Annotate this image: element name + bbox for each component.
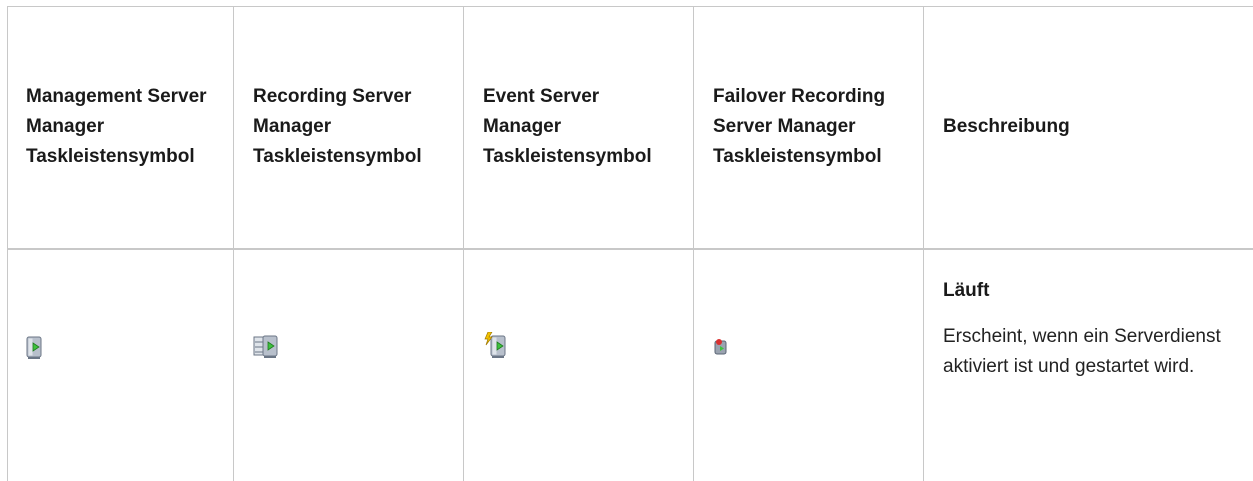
failover-server-running-icon — [713, 338, 729, 361]
table-cell — [234, 250, 463, 481]
table-cell — [7, 250, 233, 481]
table-cell — [694, 250, 923, 481]
header-failover-recording-server: Failover Recording Server Manager Taskle… — [694, 6, 923, 248]
taskbar-icons-table: Management Server Manager Taskleistensym… — [7, 6, 1253, 481]
header-label: Event Server Manager Taskleistensymbol — [483, 86, 652, 167]
table-cell-description: Läuft Erscheint, wenn ein Serverdienst a… — [924, 250, 1253, 481]
table-cell — [464, 250, 693, 481]
event-server-running-icon — [483, 331, 509, 365]
header-recording-server: Recording Server Manager Taskleistensymb… — [234, 6, 463, 248]
header-description: Beschreibung — [924, 6, 1253, 248]
header-label: Beschreibung — [943, 116, 1070, 137]
header-event-server: Event Server Manager Taskleistensymbol — [464, 6, 693, 248]
recording-server-running-icon — [253, 334, 279, 365]
status-title: Läuft — [943, 280, 990, 301]
header-label: Failover Recording Server Manager Taskle… — [713, 86, 886, 167]
header-label: Recording Server Manager Taskleistensymb… — [253, 86, 422, 167]
header-management-server: Management Server Manager Taskleistensym… — [7, 6, 233, 248]
status-description: Erscheint, wenn ein Serverdienst aktivie… — [943, 326, 1221, 377]
management-server-running-icon — [26, 336, 44, 365]
header-label: Management Server Manager Taskleistensym… — [26, 86, 207, 167]
